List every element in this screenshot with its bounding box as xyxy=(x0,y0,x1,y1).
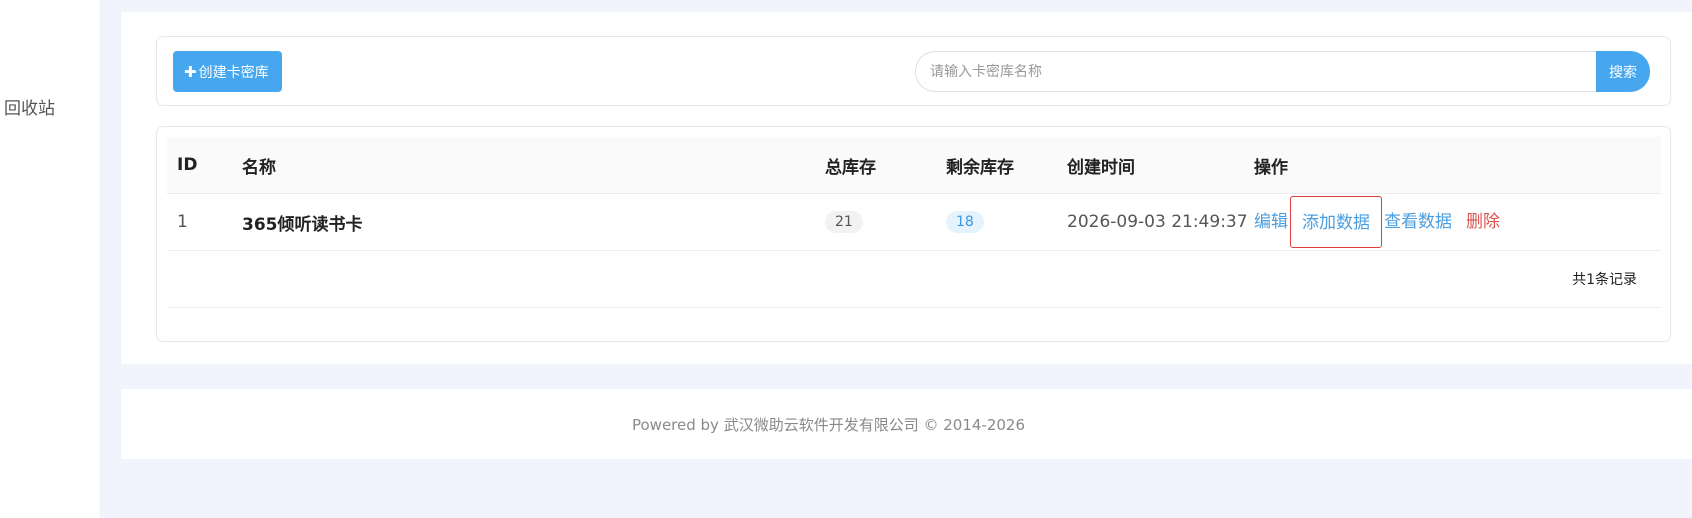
copyright-text: Powered by 武汉微助云软件开发有限公司 © 2014-2026 xyxy=(631,415,1025,434)
cell-created: 2026-09-03 21:49:37 xyxy=(1057,193,1248,251)
sidebar-item-recycle-bin[interactable]: 回收站 xyxy=(4,94,55,119)
sidebar: 回收站 xyxy=(0,0,101,518)
cell-remain: 18 xyxy=(936,193,1057,251)
cell-total: 21 xyxy=(815,193,936,251)
search-bar: 搜索 xyxy=(915,51,1650,92)
view-data-link[interactable]: 查看数据 xyxy=(1384,207,1452,232)
add-data-highlight: 添加数据 xyxy=(1290,196,1382,248)
create-button-label: 创建卡密库 xyxy=(198,64,269,81)
cell-name: 365倾听读书卡 xyxy=(232,193,815,251)
remaining-stock-badge: 18 xyxy=(946,211,984,233)
table-header-row: ID 名称 总库存 剩余库存 创建时间 操作 xyxy=(167,137,1661,194)
table-container: ID 名称 总库存 剩余库存 创建时间 操作 1 365倾听读书卡 21 18 xyxy=(156,126,1671,342)
record-count: 共1条记录 xyxy=(167,250,1661,308)
edit-link[interactable]: 编辑 xyxy=(1254,207,1288,232)
table-row: 1 365倾听读书卡 21 18 2026-09-03 21:49:37 编辑添… xyxy=(167,193,1661,251)
cell-actions: 编辑 添加数据 查看数据 删除 xyxy=(1244,193,1661,251)
main-card: ✚ 创建卡密库 搜索 ID 名称 总库存 剩余库存 xyxy=(121,12,1692,364)
footer: Powered by 武汉微助云软件开发有限公司 © 2014-2026 xyxy=(121,389,1692,459)
total-stock-badge: 21 xyxy=(825,211,863,233)
column-header-remain: 剩余库存 xyxy=(936,137,1057,194)
column-header-name: 名称 xyxy=(232,137,815,194)
search-input[interactable] xyxy=(915,51,1596,92)
column-header-actions: 操作 xyxy=(1244,137,1661,194)
cell-id: 1 xyxy=(167,193,232,251)
create-card-library-button[interactable]: ✚ 创建卡密库 xyxy=(173,51,282,92)
column-header-created: 创建时间 xyxy=(1057,137,1244,194)
delete-link[interactable]: 删除 xyxy=(1466,207,1500,232)
card-library-table: ID 名称 总库存 剩余库存 创建时间 操作 1 365倾听读书卡 21 18 xyxy=(167,137,1661,308)
column-header-total: 总库存 xyxy=(815,137,936,194)
column-header-id: ID xyxy=(167,137,232,194)
search-button[interactable]: 搜索 xyxy=(1596,51,1650,92)
plus-icon: ✚ xyxy=(184,62,197,81)
toolbar: ✚ 创建卡密库 搜索 xyxy=(156,36,1671,106)
add-data-link[interactable]: 添加数据 xyxy=(1302,197,1370,249)
table-summary-row: 共1条记录 xyxy=(167,250,1661,308)
